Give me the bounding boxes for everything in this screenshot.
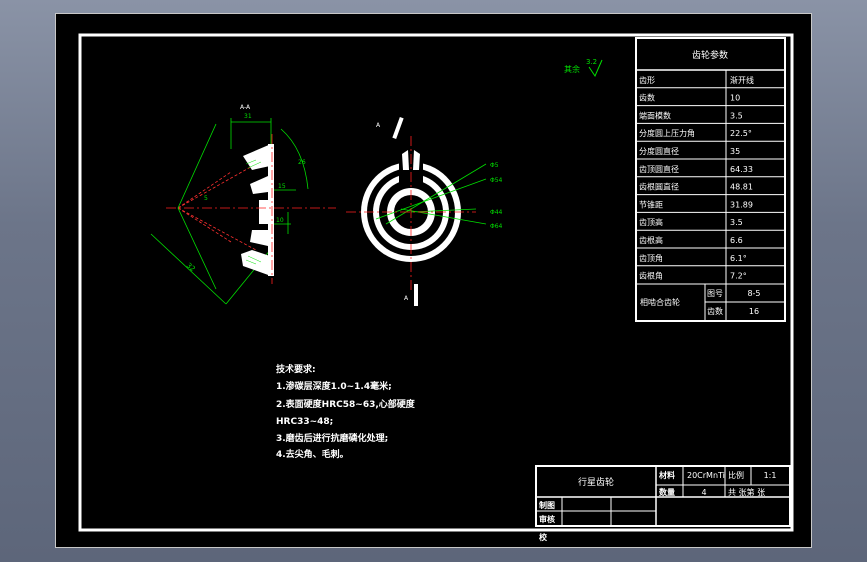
dim-phi44: Φ44 bbox=[490, 209, 503, 216]
cut-label-bottom: A bbox=[404, 295, 409, 302]
cad-viewport[interactable]: 齿轮参数 齿形 渐开线齿数 10 端面模数 3.5 分度圆上压力角 22.5° 分度圆直径 35… bbox=[55, 13, 812, 548]
tech-req-line-5: 4.去尖角、毛刺。 bbox=[276, 448, 349, 460]
dim-10: 10 bbox=[276, 217, 284, 224]
roughness-value: 3.2 bbox=[586, 58, 597, 66]
checked-by-label: 审核 bbox=[539, 514, 555, 524]
param-label: 齿顶角 bbox=[639, 253, 663, 263]
param-value: 6.6 bbox=[730, 236, 743, 245]
scale-value: 1:1 bbox=[764, 471, 777, 480]
param-label: 分度圆直径 bbox=[639, 146, 679, 156]
param-label: 齿形 bbox=[639, 76, 655, 85]
cut-label-top: A bbox=[376, 122, 381, 129]
technical-requirements: 技术要求: 1.渗碳层深度1.0~1.4毫米; 2.表面硬度HRC58~63,心… bbox=[276, 363, 416, 460]
param-label: 齿根圆直径 bbox=[639, 182, 679, 192]
param-value: 31.89 bbox=[730, 200, 753, 209]
dim-phi54: Φ54 bbox=[490, 177, 503, 184]
drawing-canvas[interactable]: 齿轮参数 齿形 渐开线齿数 10 端面模数 3.5 分度圆上压力角 22.5° 分度圆直径 35… bbox=[56, 14, 813, 549]
param-label: 端面模数 bbox=[639, 110, 671, 120]
param-label: 齿数 bbox=[639, 93, 655, 103]
mating-gear-label: 相啮合齿轮 bbox=[640, 297, 680, 307]
mating-teeth-value: 16 bbox=[749, 307, 759, 316]
material-label: 材料 bbox=[659, 470, 675, 480]
param-value: 10 bbox=[730, 94, 740, 103]
sheet-count: 共 张第 张 bbox=[728, 487, 765, 497]
mating-teeth-label: 齿数 bbox=[707, 306, 723, 316]
param-value: 7.2° bbox=[730, 272, 747, 281]
approved-by-label: 校 bbox=[539, 532, 548, 542]
section-label: A-A bbox=[240, 104, 251, 111]
params-title: 齿轮参数 bbox=[692, 49, 728, 61]
dim-31: 31 bbox=[244, 113, 252, 120]
quantity-value: 4 bbox=[701, 488, 706, 497]
param-value: 64.33 bbox=[730, 165, 753, 174]
param-label: 齿根角 bbox=[639, 271, 663, 281]
dim-phi5: Φ5 bbox=[490, 162, 499, 169]
param-label: 齿顶高 bbox=[639, 217, 663, 227]
tech-req-line-3: HRC33~48; bbox=[276, 417, 333, 427]
roughness-label: 其余 bbox=[564, 64, 580, 74]
material-value: 20CrMnTi bbox=[687, 471, 725, 480]
dim-5: 5 bbox=[204, 195, 208, 202]
mating-drawing-no-value: 8-5 bbox=[747, 289, 760, 298]
tech-req-line-2: 2.表面硬度HRC58~63,心部硬度 bbox=[276, 398, 416, 410]
param-value: 48.81 bbox=[730, 183, 753, 192]
tech-req-title: 技术要求: bbox=[276, 363, 316, 375]
param-label: 节锥距 bbox=[639, 199, 663, 209]
tech-req-line-1: 1.渗碳层深度1.0~1.4毫米; bbox=[276, 380, 392, 392]
dim-15: 15 bbox=[278, 183, 286, 190]
mating-drawing-no-label: 图号 bbox=[707, 289, 723, 298]
dim-32: 32 bbox=[185, 261, 197, 273]
scale-label: 比例 bbox=[728, 470, 744, 480]
param-value: 6.1° bbox=[730, 254, 747, 263]
param-value: 渐开线 bbox=[730, 75, 754, 85]
param-label: 分度圆上压力角 bbox=[639, 128, 695, 138]
part-name: 行星齿轮 bbox=[578, 476, 614, 488]
section-view-left: A-A 31 15 10 32 5 26 bbox=[150, 104, 336, 305]
param-value: 3.5 bbox=[730, 111, 743, 120]
drawn-by-label: 制图 bbox=[539, 500, 555, 510]
tech-req-line-4: 3.磨齿后进行抗磨磷化处理; bbox=[276, 432, 388, 444]
param-value: 3.5 bbox=[730, 218, 743, 227]
param-label: 齿根高 bbox=[639, 235, 663, 245]
surface-roughness-note: 其余 3.2 bbox=[564, 58, 603, 78]
front-view-right: A A Φ5 Φ54 Φ44 Φ64 bbox=[346, 116, 503, 306]
param-label: 齿顶圆直径 bbox=[639, 164, 679, 174]
dim-26: 26 bbox=[298, 159, 306, 166]
params-table: 齿轮参数 齿形 渐开线齿数 10 端面模数 3.5 分度圆上压力角 22.5° 分度圆直径 35… bbox=[635, 37, 786, 322]
param-value: 35 bbox=[730, 147, 740, 156]
param-value: 22.5° bbox=[730, 129, 752, 138]
dim-phi64: Φ64 bbox=[490, 223, 503, 230]
quantity-label: 数量 bbox=[659, 487, 675, 497]
